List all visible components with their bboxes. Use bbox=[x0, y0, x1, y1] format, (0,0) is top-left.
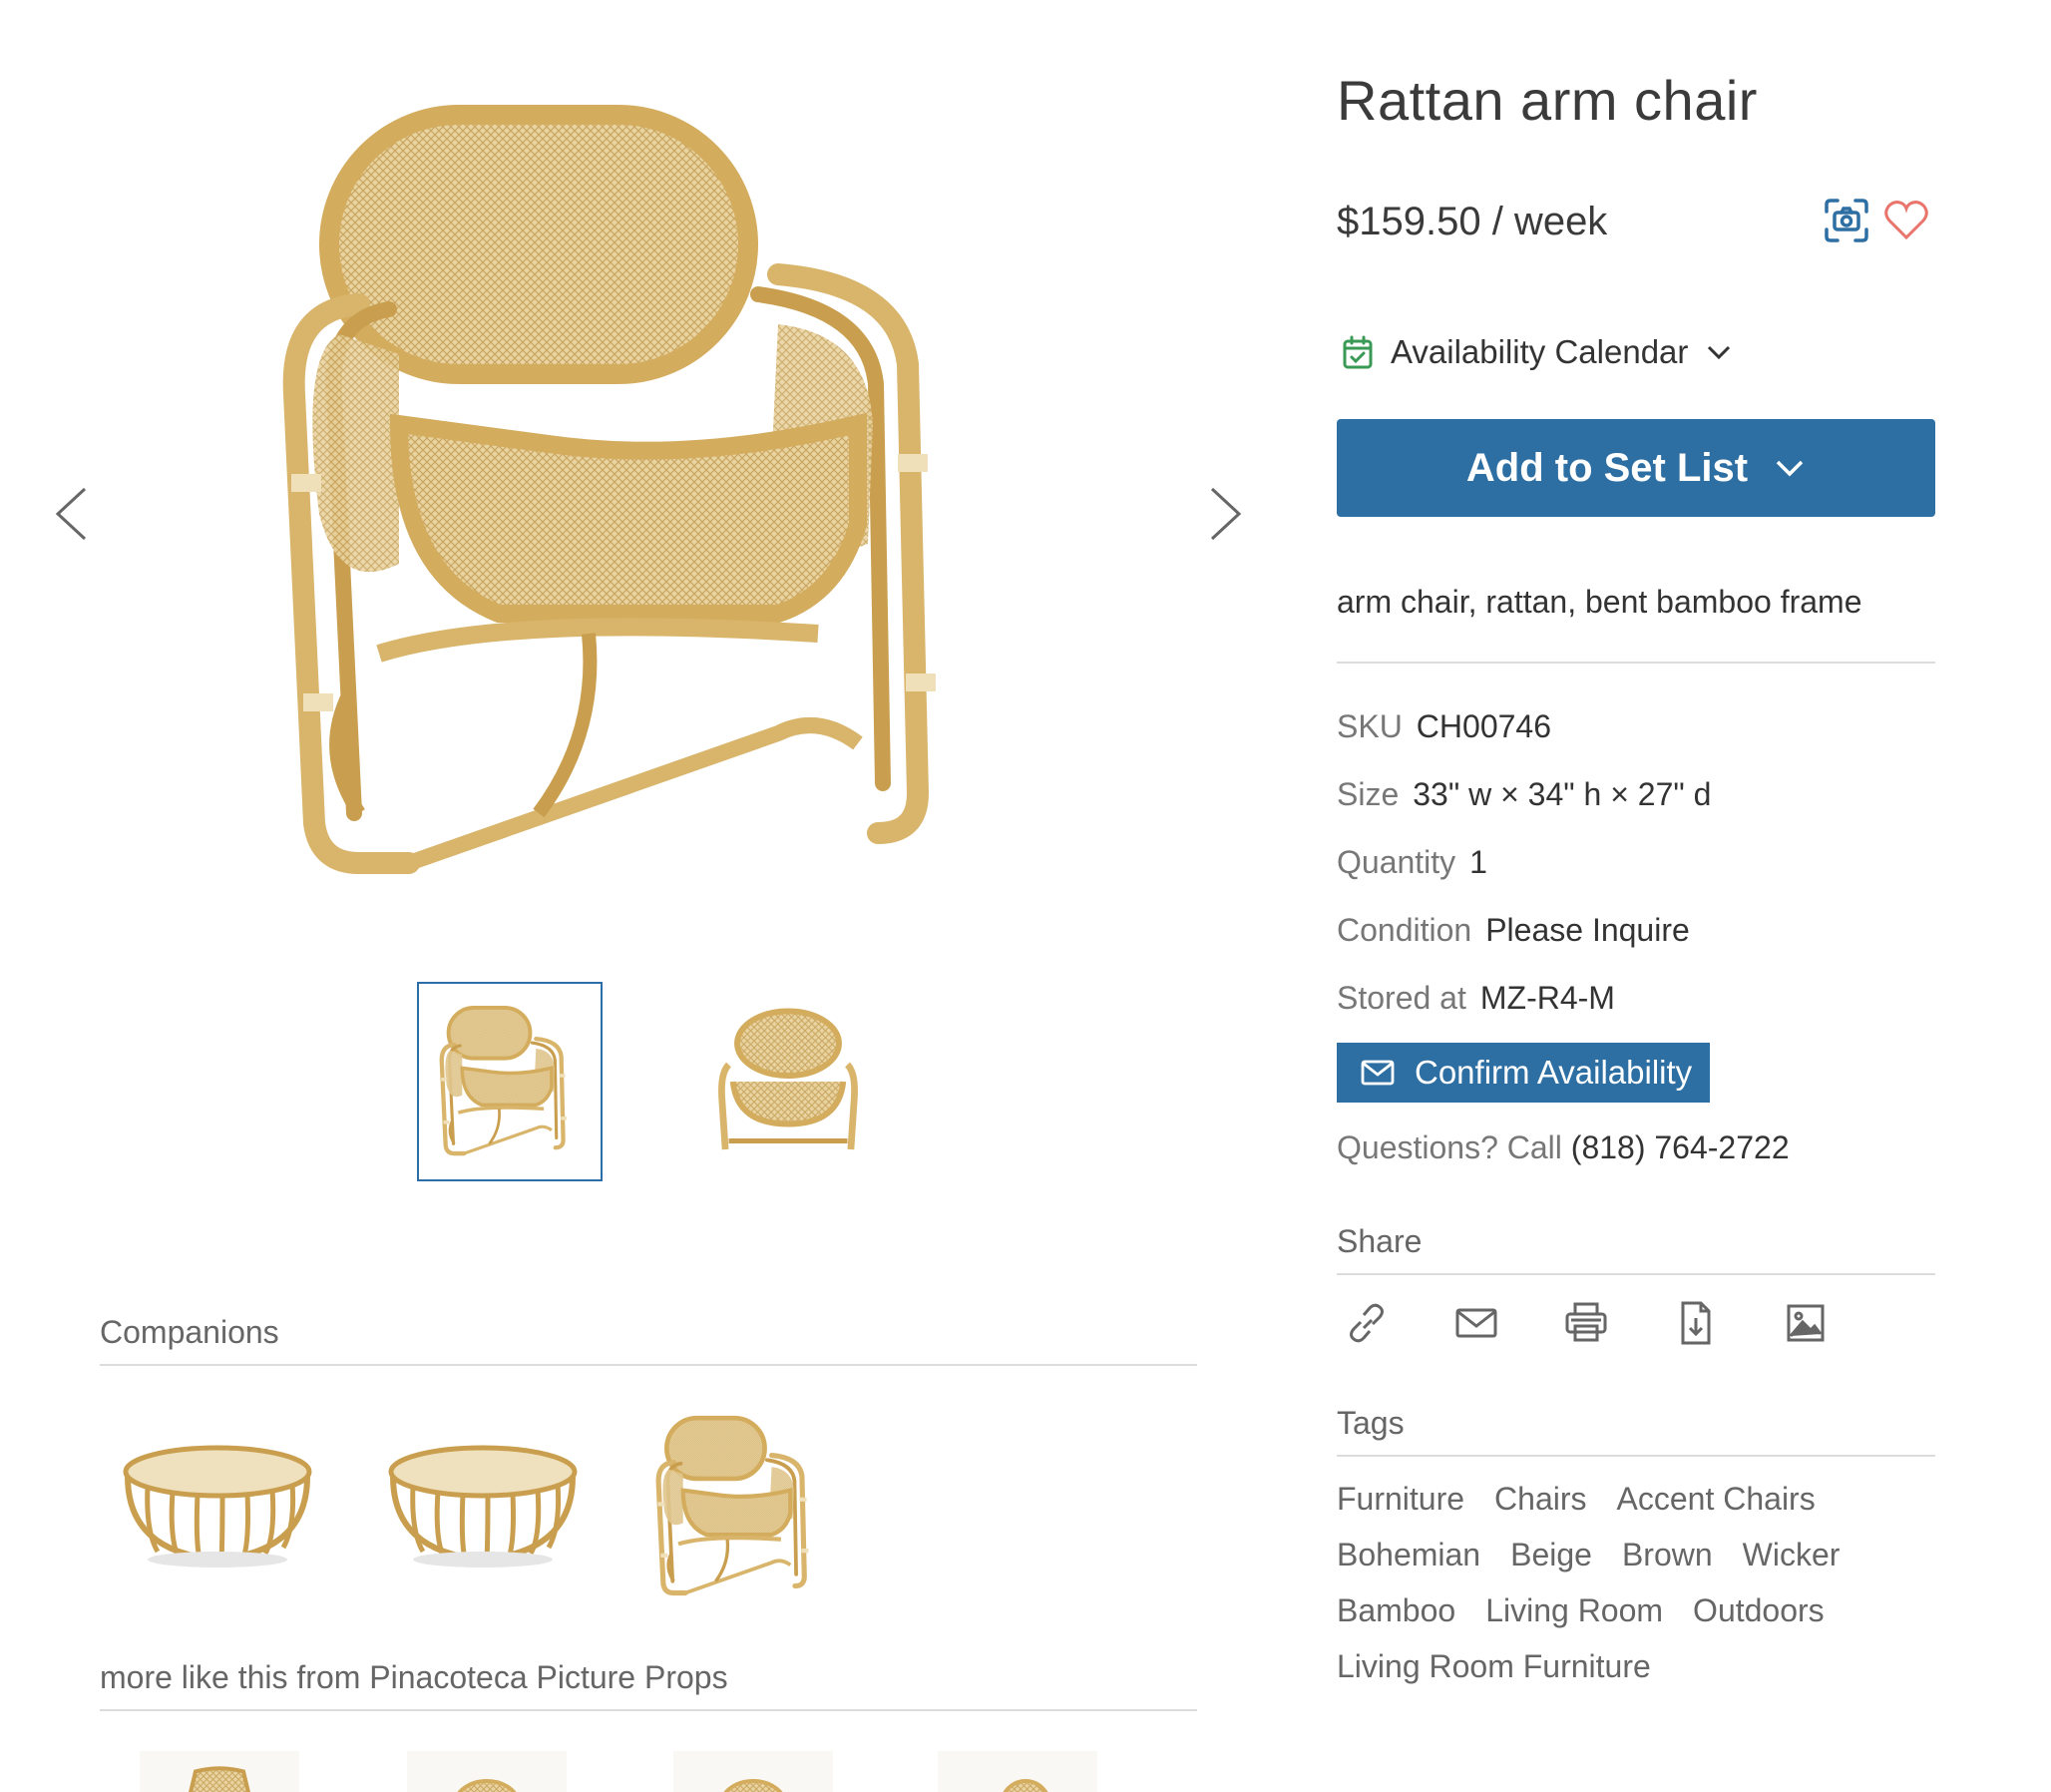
print-icon[interactable] bbox=[1561, 1298, 1611, 1348]
link-icon[interactable] bbox=[1342, 1298, 1392, 1348]
divider bbox=[100, 1364, 1197, 1366]
attribute-key: Stored at bbox=[1337, 980, 1466, 1016]
related-item[interactable] bbox=[407, 1751, 567, 1792]
tag-link[interactable]: Living Room Furniture bbox=[1337, 1644, 1651, 1688]
favorite-heart-icon[interactable] bbox=[1881, 196, 1931, 245]
divider bbox=[1337, 1273, 1935, 1275]
image-icon[interactable] bbox=[1781, 1298, 1831, 1348]
confirm-availability-label: Confirm Availability bbox=[1415, 1054, 1693, 1091]
tag-link[interactable]: Accent Chairs bbox=[1617, 1477, 1816, 1521]
more-like-this-heading: more like this from Pinacoteca Picture P… bbox=[100, 1659, 728, 1695]
tags-heading: Tags bbox=[1337, 1405, 1405, 1441]
questions-contact: Questions? Call (818) 764-2722 bbox=[1337, 1129, 1790, 1166]
attribute-condition: Condition Please Inquire bbox=[1337, 912, 1690, 949]
product-page: Companions more like this from Pinacotec… bbox=[0, 0, 2051, 1792]
attribute-key: Size bbox=[1337, 776, 1400, 812]
product-title: Rattan arm chair bbox=[1337, 69, 1758, 132]
camera-scan-icon[interactable] bbox=[1822, 196, 1871, 245]
calendar-check-icon bbox=[1343, 335, 1373, 369]
attribute-value: 33" w × 34" h × 27" d bbox=[1413, 776, 1712, 812]
attribute-key: SKU bbox=[1337, 708, 1403, 744]
divider bbox=[1337, 662, 1935, 664]
companion-item[interactable] bbox=[650, 1407, 850, 1606]
related-item[interactable] bbox=[140, 1751, 299, 1792]
envelope-icon bbox=[1361, 1060, 1395, 1086]
tag-link[interactable]: Beige bbox=[1510, 1533, 1592, 1576]
thumbnail-1[interactable] bbox=[417, 982, 603, 1181]
product-price: $159.50 / week bbox=[1337, 200, 1608, 243]
companion-item[interactable] bbox=[383, 1407, 583, 1606]
tag-link[interactable]: Chairs bbox=[1494, 1477, 1586, 1521]
attribute-sku: SKU CH00746 bbox=[1337, 708, 1551, 745]
tag-link[interactable]: Wicker bbox=[1743, 1533, 1841, 1576]
attribute-key: Quantity bbox=[1337, 844, 1456, 880]
companions-heading: Companions bbox=[100, 1314, 279, 1350]
tag-link[interactable]: Furniture bbox=[1337, 1477, 1464, 1521]
phone-number[interactable]: (818) 764-2722 bbox=[1571, 1129, 1790, 1165]
confirm-availability-button[interactable]: Confirm Availability bbox=[1337, 1043, 1710, 1103]
availability-calendar-toggle[interactable]: Availability Calendar bbox=[1343, 333, 1732, 371]
availability-calendar-label: Availability Calendar bbox=[1391, 333, 1689, 370]
divider bbox=[1337, 1455, 1935, 1457]
attribute-value: Please Inquire bbox=[1485, 912, 1690, 948]
companion-item[interactable] bbox=[118, 1407, 317, 1606]
add-to-set-list-label: Add to Set List bbox=[1465, 445, 1749, 490]
email-icon[interactable] bbox=[1451, 1298, 1501, 1348]
tag-link[interactable]: Brown bbox=[1622, 1533, 1713, 1576]
tag-link[interactable]: Bohemian bbox=[1337, 1533, 1480, 1576]
related-item[interactable] bbox=[673, 1751, 833, 1792]
next-image-arrow-icon[interactable] bbox=[1197, 469, 1257, 559]
attribute-value: MZ-R4-M bbox=[1479, 980, 1615, 1016]
chevron-down-icon bbox=[1708, 345, 1731, 360]
related-item[interactable] bbox=[938, 1751, 1097, 1792]
attribute-key: Condition bbox=[1337, 912, 1472, 948]
attribute-size: Size 33" w × 34" h × 27" d bbox=[1337, 776, 1711, 813]
product-description: arm chair, rattan, bent bamboo frame bbox=[1337, 584, 1862, 620]
chevron-down-icon bbox=[1776, 460, 1804, 477]
add-to-set-list-button[interactable]: Add to Set List bbox=[1337, 419, 1935, 517]
divider bbox=[100, 1709, 1197, 1711]
main-product-image[interactable] bbox=[259, 95, 1027, 893]
thumbnail-2[interactable] bbox=[695, 982, 881, 1181]
tag-link[interactable]: Bamboo bbox=[1337, 1588, 1455, 1632]
previous-image-arrow-icon[interactable] bbox=[40, 469, 100, 559]
tags-list: Furniture Chairs Accent Chairs Bohemian … bbox=[1337, 1477, 1935, 1688]
download-pdf-icon[interactable] bbox=[1671, 1298, 1721, 1348]
share-heading: Share bbox=[1337, 1223, 1423, 1259]
tag-link[interactable]: Outdoors bbox=[1693, 1588, 1825, 1632]
tag-link[interactable]: Living Room bbox=[1485, 1588, 1663, 1632]
questions-label: Questions? Call bbox=[1337, 1129, 1562, 1165]
attribute-quantity: Quantity 1 bbox=[1337, 844, 1487, 881]
attribute-value: 1 bbox=[1469, 844, 1487, 880]
attribute-stored-at: Stored at MZ-R4-M bbox=[1337, 980, 1615, 1017]
attribute-value: CH00746 bbox=[1416, 708, 1551, 744]
